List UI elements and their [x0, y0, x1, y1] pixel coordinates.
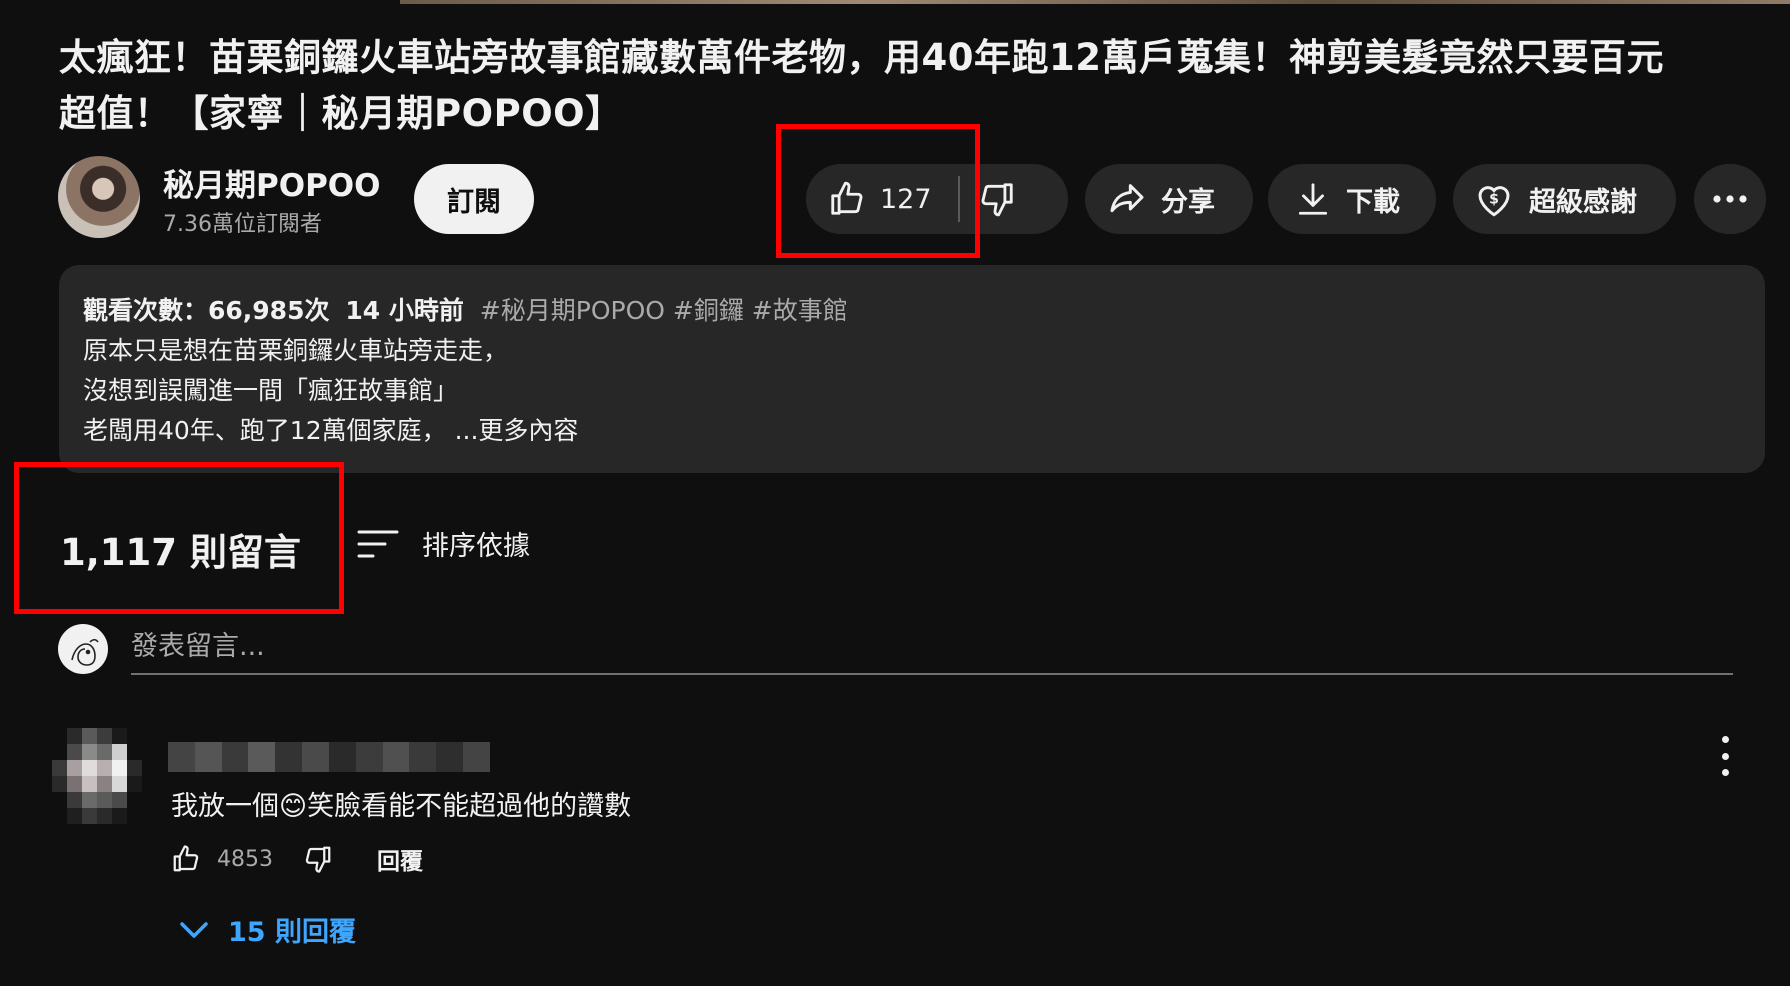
channel-avatar[interactable] [58, 156, 140, 238]
download-label: 下載 [1346, 186, 1400, 218]
commenter-name-blurred[interactable] [168, 742, 490, 772]
my-avatar [58, 624, 108, 674]
description-box[interactable]: 觀看次數：66,985次 14 小時前 #秘月期POPOO #銅鑼 #故事館 原… [59, 265, 1765, 473]
heart-dollar-icon: $ [1478, 186, 1510, 217]
comment-count-highlight-box [14, 462, 344, 614]
download-icon [1298, 183, 1328, 215]
svg-text:$: $ [1489, 191, 1499, 207]
description-line: 原本只是想在苗栗銅鑼火車站旁走走， [83, 336, 509, 365]
commenter-avatar[interactable] [52, 728, 142, 824]
comment-text-part: 笑臉看能不能超過他的讚數 [307, 791, 632, 822]
more-horizontal-icon [1713, 195, 1747, 203]
more-vertical-dot [1721, 769, 1729, 776]
sort-icon [357, 530, 399, 557]
comment-text-part: 我放一個 [171, 791, 279, 822]
super-thanks-button[interactable]: $ 超級感謝 [1453, 164, 1676, 234]
comment-text: 我放一個😊笑臉看能不能超過他的讚數 [171, 784, 631, 823]
like-highlight-box [776, 124, 980, 258]
thumb-down-icon[interactable] [303, 844, 333, 874]
view-replies-button[interactable]: 15 則回覆 [178, 910, 356, 949]
reply-button[interactable]: 回覆 [377, 842, 423, 876]
view-count: 觀看次數：66,985次 [83, 296, 330, 325]
comment-input[interactable]: 發表留言... [131, 627, 1733, 675]
sort-label: 排序依據 [422, 531, 530, 562]
thumb-up-icon[interactable] [171, 844, 201, 874]
comment-like-count: 4853 [217, 846, 273, 872]
download-button[interactable]: 下載 [1268, 164, 1436, 234]
more-vertical-dot [1721, 752, 1729, 760]
show-more-link[interactable]: ...更多內容 [455, 416, 579, 445]
thumb-down-icon[interactable] [978, 180, 1016, 218]
description-meta: 觀看次數：66,985次 14 小時前 #秘月期POPOO #銅鑼 #故事館 [83, 291, 848, 327]
video-title-line2: 超值！【家寧｜秘月期POPOO】 [59, 92, 623, 135]
replies-label: 15 則回覆 [228, 917, 356, 948]
user-sketch-avatar [71, 638, 99, 666]
upload-time: 14 小時前 [345, 296, 464, 325]
comment-actions: 4853 回覆 [171, 842, 423, 876]
share-label: 分享 [1161, 186, 1215, 218]
description-line: 沒想到誤闖進一間「瘋狂故事館」 [83, 376, 459, 405]
share-button[interactable]: 分享 [1085, 164, 1253, 234]
subscriber-count: 7.36萬位訂閱者 [163, 212, 322, 237]
video-player-bottom-edge [400, 0, 1790, 4]
share-arrow-icon [1110, 184, 1144, 213]
super-thanks-label: 超級感謝 [1529, 186, 1637, 218]
sort-button[interactable]: 排序依據 [356, 524, 530, 563]
video-title-line1: 太瘋狂！苗栗銅鑼火車站旁故事館藏數萬件老物，用40年跑12萬戶蒐集！神剪美髮竟然… [59, 36, 1664, 79]
more-actions-button[interactable] [1694, 164, 1766, 234]
chevron-down-icon [180, 921, 208, 938]
hashtags[interactable]: #秘月期POPOO #銅鑼 #故事館 [480, 296, 848, 325]
description-line-last: 老闆用40年、跑了12萬個家庭， ...更多內容 [83, 411, 578, 447]
comment-more-button[interactable] [1714, 736, 1736, 776]
channel-name[interactable]: 秘月期POPOO [163, 160, 381, 205]
more-vertical-dot [1721, 736, 1729, 743]
smiley-emoji: 😊 [279, 791, 308, 822]
description-line: 老闆用40年、跑了12萬個家庭， [83, 416, 447, 445]
subscribe-button[interactable]: 訂閱 [414, 164, 534, 234]
